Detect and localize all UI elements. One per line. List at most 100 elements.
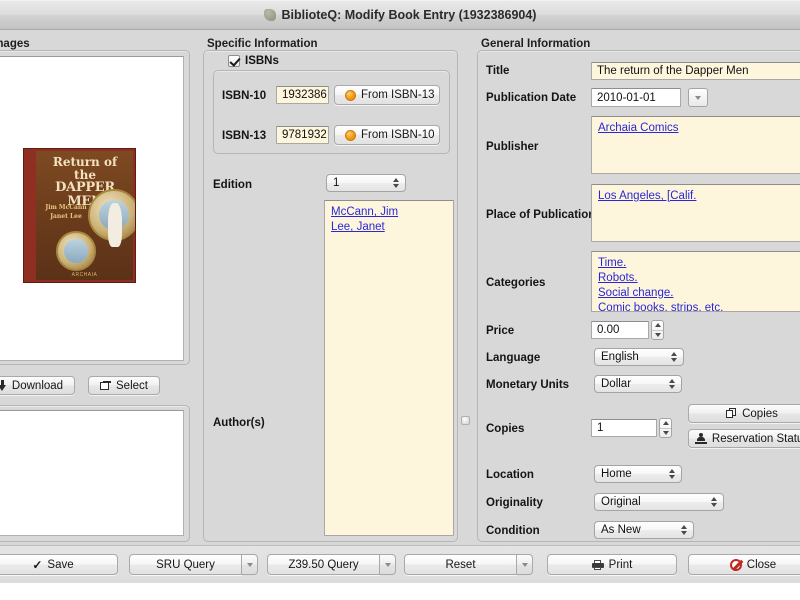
status-dot-icon (345, 90, 356, 101)
close-button-label: Close (747, 559, 776, 571)
condition-label: Condition (486, 525, 540, 537)
back-cover-image-area[interactable] (0, 410, 184, 536)
publisher-textarea[interactable]: Archaia Comics (591, 116, 800, 174)
reservation-status-button[interactable]: Reservation Status (688, 429, 800, 448)
chevron-down-icon (695, 96, 701, 100)
originality-combo[interactable]: Original (594, 493, 724, 511)
z3950-query-dropdown[interactable] (380, 554, 396, 575)
copies-button-label: Copies (742, 408, 778, 420)
chevron-down-icon (247, 563, 253, 567)
chevron-updown-icon (671, 352, 677, 362)
categories-textarea[interactable]: Time. Robots. Social change. Comic books… (591, 251, 800, 312)
chevron-updown-icon (669, 379, 675, 389)
monetary-units-value: Dollar (601, 378, 631, 390)
window-title: BiblioteQ: Modify Book Entry (1932386904… (282, 8, 537, 22)
download-icon (0, 380, 7, 391)
category-link[interactable]: Social change. (598, 286, 800, 301)
publication-date-label: Publication Date (486, 92, 576, 104)
authors-label: Author(s) (213, 417, 265, 429)
isbn13-input[interactable]: 9781932 (276, 126, 329, 144)
price-stepper[interactable] (651, 320, 664, 340)
sru-query-button[interactable]: SRU Query (129, 554, 242, 575)
categories-label: Categories (486, 277, 545, 289)
author-link[interactable]: McCann, Jim (331, 205, 447, 220)
download-button[interactable]: Download (0, 376, 75, 395)
save-button[interactable]: ✓ Save (0, 554, 118, 575)
category-link[interactable]: Comic books, strips, etc. (598, 301, 800, 312)
bottom-button-bar: ✓ Save SRU Query Z39.50 Query Reset Prin… (0, 545, 800, 583)
publication-date-dropdown-button[interactable] (688, 88, 708, 107)
sru-query-dropdown[interactable] (242, 554, 258, 575)
close-button[interactable]: Close (688, 554, 800, 575)
copies-stepper[interactable] (659, 418, 672, 438)
publication-date-input[interactable]: 2010-01-01 (591, 88, 681, 107)
copies-label: Copies (486, 423, 524, 435)
isbns-checkbox[interactable] (228, 55, 240, 67)
chevron-updown-icon (681, 525, 687, 535)
from-isbn10-label: From ISBN-10 (361, 129, 435, 141)
specific-section-label: Specific Information (207, 38, 318, 50)
monetary-units-label: Monetary Units (486, 379, 569, 391)
place-link[interactable]: Los Angeles, [Calif. (598, 189, 800, 204)
check-icon: ✓ (32, 558, 42, 572)
place-of-publication-label: Place of Publication (486, 209, 595, 221)
chevron-down-icon (522, 563, 528, 567)
isbns-checkbox-row[interactable]: ISBNs (228, 55, 279, 67)
condition-value: As New (601, 524, 641, 536)
reservation-status-label: Reservation Status (712, 433, 800, 445)
cover-publisher-mark: ARCHAIA (36, 272, 133, 278)
edition-label: Edition (213, 179, 252, 191)
isbn13-label: ISBN-13 (222, 130, 266, 142)
printer-icon (592, 560, 604, 570)
chevron-updown-icon (393, 178, 399, 188)
location-combo[interactable]: Home (594, 465, 682, 483)
sru-query-label: SRU Query (156, 559, 215, 571)
publisher-link[interactable]: Archaia Comics (598, 121, 800, 136)
originality-label: Originality (486, 497, 543, 509)
place-of-publication-textarea[interactable]: Los Angeles, [Calif. (591, 184, 800, 242)
originality-value: Original (601, 496, 641, 508)
book-cover-image[interactable]: Return of the DAPPER MEN Jim McCannJanet… (23, 148, 136, 283)
location-value: Home (601, 468, 632, 480)
status-dot-icon (345, 130, 356, 141)
print-button[interactable]: Print (547, 554, 677, 575)
desktop-background-strip (0, 583, 800, 600)
language-value: English (601, 351, 639, 363)
images-section-label: Images (0, 38, 30, 50)
category-link[interactable]: Time. (598, 256, 800, 271)
condition-combo[interactable]: As New (594, 521, 694, 539)
author-link[interactable]: Lee, Janet (331, 220, 447, 235)
edition-combo[interactable]: 1 (326, 174, 406, 192)
select-button[interactable]: Select (88, 376, 160, 395)
copies-stepper-up[interactable] (660, 419, 671, 429)
price-input[interactable]: 0.00 (591, 321, 649, 339)
from-isbn10-button[interactable]: From ISBN-10 (334, 125, 440, 145)
copies-button[interactable]: Copies (688, 404, 800, 423)
reset-button-label: Reset (445, 559, 475, 571)
download-button-label: Download (12, 380, 63, 392)
price-stepper-up[interactable] (652, 321, 663, 331)
title-input[interactable]: The return of the Dapper Men (591, 62, 800, 80)
price-label: Price (486, 325, 514, 337)
language-combo[interactable]: English (594, 348, 684, 366)
isbns-checkbox-label: ISBNs (245, 55, 279, 67)
authors-textarea[interactable]: McCann, Jim Lee, Janet (324, 200, 454, 536)
copies-stepper-down[interactable] (660, 429, 671, 438)
z3950-query-label: Z39.50 Query (288, 559, 358, 571)
person-icon (695, 433, 707, 444)
select-button-label: Select (116, 380, 148, 392)
publisher-label: Publisher (486, 141, 538, 153)
from-isbn13-button[interactable]: From ISBN-13 (334, 85, 440, 105)
chevron-down-icon (385, 563, 391, 567)
isbn10-input[interactable]: 1932386 (276, 86, 329, 104)
reset-dropdown[interactable] (517, 554, 533, 575)
price-stepper-down[interactable] (652, 331, 663, 340)
category-link[interactable]: Robots. (598, 271, 800, 286)
copy-icon (726, 408, 737, 419)
panel-splitter-handle[interactable] (461, 416, 470, 425)
modify-book-entry-window: BiblioteQ: Modify Book Entry (1932386904… (0, 0, 800, 583)
monetary-units-combo[interactable]: Dollar (594, 375, 682, 393)
z3950-query-button[interactable]: Z39.50 Query (267, 554, 380, 575)
copies-input[interactable]: 1 (591, 419, 657, 437)
reset-button[interactable]: Reset (404, 554, 517, 575)
